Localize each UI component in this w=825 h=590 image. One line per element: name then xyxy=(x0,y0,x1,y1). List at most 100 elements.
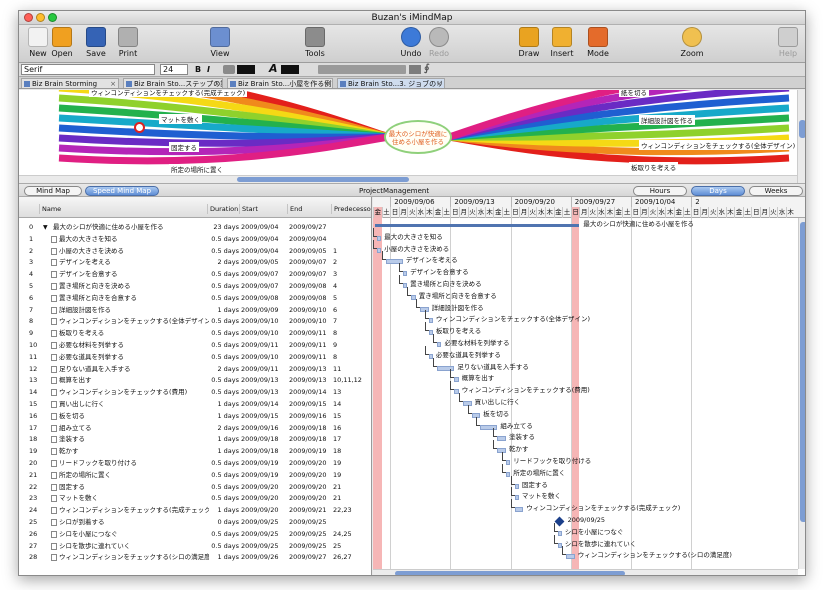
column-name[interactable]: Name xyxy=(39,204,207,214)
table-row[interactable]: 11 必要な道具を列挙する 0.5 days 2009/09/10 2009/09/11… xyxy=(19,352,371,363)
table-row[interactable]: 8 ウィンコンディションをチェックする(全体デザイン) 0.5 days 2009/0… xyxy=(19,316,371,327)
text-color-button[interactable]: A xyxy=(269,63,278,75)
formula-icon[interactable]: ∮ xyxy=(424,63,434,74)
map-branch-label[interactable]: ウィンコンディションをチェックする(全体デザイン) xyxy=(639,140,798,150)
bold-button[interactable]: B xyxy=(195,64,201,75)
font-size-select[interactable]: 24 xyxy=(160,64,188,75)
table-row[interactable]: 0 最大のシロが快適に住める小屋を作る 23 days 2009/09/04 2009/… xyxy=(19,222,371,233)
branch-style-buttons[interactable] xyxy=(318,65,406,74)
table-row[interactable]: 24 ウィンコンディションをチェックする(完成チェック) 1 days 2009/09… xyxy=(19,505,371,516)
table-row[interactable]: 9 板取りを考える 0.5 days 2009/09/10 2009/09/11 8 xyxy=(19,328,371,339)
map-branch-label[interactable]: 詳細設計図を作る xyxy=(639,115,695,125)
table-row[interactable]: 7 詳細設計図を作る 1 days 2009/09/09 2009/09/10 6 xyxy=(19,305,371,316)
gantt-task-bar[interactable] xyxy=(428,318,433,324)
column-end[interactable]: End xyxy=(287,204,331,214)
weeks-scale-button[interactable]: Weeks xyxy=(749,186,803,196)
table-row[interactable]: 5 置き場所と向きを決める 0.5 days 2009/09/07 2009/09/08… xyxy=(19,281,371,292)
close-tab-icon[interactable]: × xyxy=(214,79,220,88)
days-scale-button[interactable]: Days xyxy=(691,186,745,196)
table-row[interactable]: 12 足りない道具を入手する 2 days 2009/09/11 2009/09/13 1… xyxy=(19,364,371,375)
view-button[interactable]: View xyxy=(203,27,237,58)
document-tab[interactable]: Biz Brain Sto...ステップの説明を描画する× xyxy=(123,78,223,88)
close-window-button[interactable] xyxy=(24,13,33,22)
gantt-summary-bar[interactable] xyxy=(375,224,580,227)
table-row[interactable]: 25 シロが到着する 0 days 2009/09/25 2009/09/25 xyxy=(19,517,371,528)
map-branch-label[interactable]: 板取りを考える xyxy=(629,162,679,172)
document-tab[interactable]: Biz Brain Sto...3. ジョブのリストを作る× xyxy=(337,78,445,88)
table-row[interactable]: 13 概算を出す 0.5 days 2009/09/13 2009/09/13 10,11… xyxy=(19,375,371,386)
table-row[interactable]: 18 塗装する 1 days 2009/09/18 2009/09/18 17 xyxy=(19,434,371,445)
open-button[interactable]: Open xyxy=(45,27,79,58)
table-row[interactable]: 19 乾かす 1 days 2009/09/18 2009/09/19 18 xyxy=(19,446,371,457)
zoom-window-button[interactable] xyxy=(48,13,57,22)
table-row[interactable]: 14 ウィンコンディションをチェックする(費用) 0.5 days 2009/09/1… xyxy=(19,387,371,398)
gantt-task-bar[interactable] xyxy=(437,342,442,347)
gantt-task-bar[interactable] xyxy=(497,436,506,442)
close-tab-icon[interactable]: × xyxy=(324,79,330,88)
table-row[interactable]: 23 マットを敷く 0.5 days 2009/09/20 2009/09/20 21 xyxy=(19,493,371,504)
map-vertical-scroll-thumb[interactable] xyxy=(799,120,805,138)
table-row[interactable]: 22 固定する 0.5 days 2009/09/20 2009/09/20 21 xyxy=(19,482,371,493)
speed-mind-map-button[interactable]: Speed Mind Map xyxy=(85,186,159,196)
gantt-horizontal-scrollbar[interactable] xyxy=(373,569,798,575)
gantt-horizontal-scroll-thumb[interactable] xyxy=(395,571,625,575)
gantt-task-bar[interactable] xyxy=(402,271,408,277)
gantt-vertical-scrollbar[interactable] xyxy=(798,218,805,569)
table-row[interactable]: 20 リードフックを取り付ける 0.5 days 2009/09/19 2009/09/… xyxy=(19,458,371,469)
table-row[interactable]: 1 最大の大きさを知る 0.5 days 2009/09/04 2009/09/04 xyxy=(19,234,371,245)
table-row[interactable]: 17 組み立てる 2 days 2009/09/16 2009/09/18 16 xyxy=(19,423,371,434)
table-row[interactable]: 15 買い出しに行く 1 days 2009/09/14 2009/09/15 14 xyxy=(19,399,371,410)
table-row[interactable]: 2 小屋の大きさを決める 0.5 days 2009/09/04 2009/09/05 1 xyxy=(19,246,371,257)
tools-button[interactable]: Tools xyxy=(298,27,332,58)
map-vertical-scrollbar[interactable] xyxy=(797,90,805,183)
help-button[interactable]: Help xyxy=(771,27,805,58)
gantt-task-bar[interactable] xyxy=(506,460,511,465)
central-idea[interactable]: 最大のシロが快適に住める小屋を作る xyxy=(384,120,452,154)
minimize-window-button[interactable] xyxy=(36,13,45,22)
close-tab-icon[interactable]: × xyxy=(110,79,116,88)
map-branch-label[interactable]: ウィンコンディションをチェックする(完成チェック) xyxy=(89,90,248,97)
image-style-icon[interactable] xyxy=(409,65,421,74)
gantt-task-bar[interactable] xyxy=(566,554,575,560)
save-button[interactable]: Save xyxy=(79,27,113,58)
redo-button[interactable]: Redo xyxy=(422,27,456,58)
map-branch-label[interactable]: 固定する xyxy=(169,142,199,152)
table-row[interactable]: 10 必要な材料を列挙する 0.5 days 2009/09/11 2009/09/11… xyxy=(19,340,371,351)
map-horizontal-scroll-thumb[interactable] xyxy=(237,177,409,182)
document-tab[interactable]: Biz Brain Storming × xyxy=(21,78,119,88)
map-branch-label[interactable]: 所定の場所に置く xyxy=(169,164,225,174)
mode-button[interactable]: Mode xyxy=(581,27,615,58)
gantt-task-bar[interactable] xyxy=(454,377,459,383)
document-tab[interactable]: Biz Brain Sto...小屋を作る例で考えてみる× xyxy=(227,78,333,88)
column-start[interactable]: Start xyxy=(239,204,287,214)
table-row[interactable]: 6 置き場所と向きを合意する 0.5 days 2009/09/08 2009/09/0… xyxy=(19,293,371,304)
map-branch-label[interactable]: マットを敷く xyxy=(159,114,202,124)
table-row[interactable]: 21 所定の場所に置く 0.5 days 2009/09/19 2009/09/20 19 xyxy=(19,470,371,481)
gantt-task-bar[interactable] xyxy=(514,483,519,489)
column-duration[interactable]: Duration xyxy=(207,204,239,214)
record-icon[interactable] xyxy=(134,122,145,133)
disclosure-triangle-icon[interactable]: ▼ xyxy=(43,222,51,233)
gantt-task-bar[interactable] xyxy=(557,530,562,536)
draw-button[interactable]: Draw xyxy=(512,27,546,58)
highlight-color-icon[interactable] xyxy=(223,65,235,74)
table-row[interactable]: 16 板を切る 1 days 2009/09/15 2009/09/16 15 xyxy=(19,411,371,422)
column-predecessors[interactable]: Predecessors xyxy=(331,204,371,214)
table-row[interactable]: 28 ウィンコンディションをチェックする(シロの満足度) 1 days 2009/09… xyxy=(19,552,371,563)
table-row[interactable]: 26 シロを小屋につなぐ 0.5 days 2009/09/25 2009/09/25 2… xyxy=(19,529,371,540)
text-color-swatch[interactable] xyxy=(281,65,299,74)
close-tab-icon[interactable]: × xyxy=(436,79,442,88)
table-row[interactable]: 3 デザインを考える 2 days 2009/09/05 2009/09/07 2 xyxy=(19,257,371,268)
font-family-select[interactable]: Serif xyxy=(21,64,155,75)
gantt-vertical-scroll-thumb[interactable] xyxy=(800,222,805,522)
map-horizontal-scrollbar[interactable] xyxy=(19,175,797,183)
zoom-button[interactable]: Zoom xyxy=(675,27,709,58)
gantt-chart[interactable]: 2009/09/06 2009/09/13 2009/09/20 2009/09/27… xyxy=(373,197,805,575)
mind-map-canvas[interactable]: 最大のシロが快適に住める小屋を作る ウィンコンディションをチェックする(完成チェ… xyxy=(19,90,805,183)
insert-button[interactable]: Insert xyxy=(545,27,579,58)
italic-button[interactable]: I xyxy=(207,64,210,75)
gantt-task-bar[interactable] xyxy=(377,235,382,241)
map-branch-label[interactable]: 紙を切る xyxy=(619,90,649,97)
gantt-task-bar[interactable] xyxy=(514,495,519,501)
table-row[interactable]: 27 シロを散歩に連れていく 0.5 days 2009/09/25 2009/09/2… xyxy=(19,541,371,552)
